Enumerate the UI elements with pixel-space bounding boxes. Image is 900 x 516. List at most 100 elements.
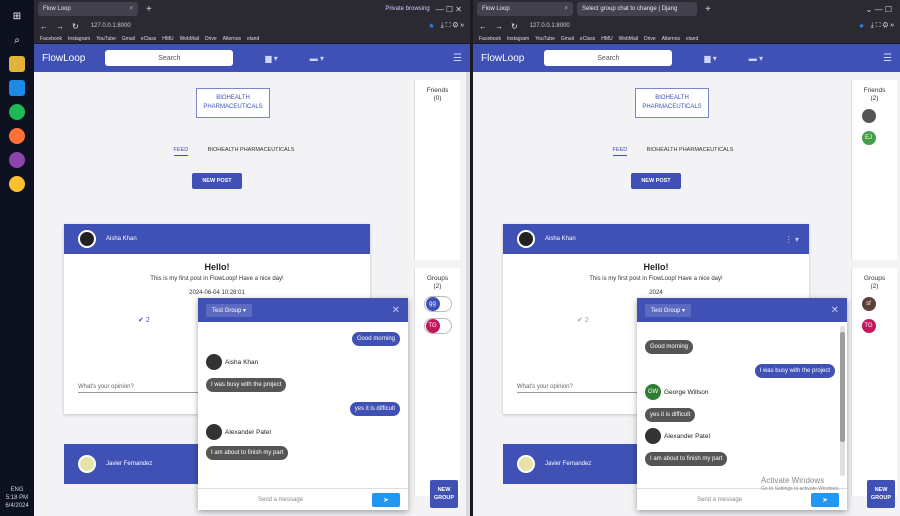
back-icon[interactable]: ← [479,22,487,31]
url-bar[interactable]: 127.0.0.1:8000 [526,20,859,32]
bookmark-item[interactable]: Facebook [40,36,62,42]
friend-chip[interactable] [860,108,889,124]
bookmark-item[interactable]: WebMail [180,36,199,42]
tab-organization[interactable]: BIOHEALTH PHARMACEUTICALS [208,147,295,153]
bookmark-item[interactable]: Alternos [223,36,241,42]
reload-icon[interactable]: ↻ [72,22,79,31]
messages-icon[interactable]: ▬ ▾ [749,54,763,63]
bookmark-item[interactable]: HMU [601,36,612,42]
window-controls[interactable]: — ☐ ✕ [436,5,462,14]
bookmark-item[interactable]: YouTube [96,36,116,42]
reload-icon[interactable]: ↻ [511,22,518,31]
group-chip[interactable]: TG [860,318,889,334]
tab-flowloop[interactable]: Flow Loop × [477,2,573,16]
back-icon[interactable]: ← [40,22,48,31]
send-button[interactable]: ➤ [372,493,400,507]
new-group-button[interactable]: NEW GROUP [430,480,458,508]
close-tab-icon[interactable]: × [564,6,568,12]
avatar[interactable] [78,455,96,473]
window-controls[interactable]: ⌄ — ☐ [866,5,892,14]
post-author[interactable]: Aisha Khan [545,236,576,242]
chat-scrollbar[interactable] [840,326,845,476]
message-input[interactable]: Send a message ➤ [198,488,408,510]
notifications-icon[interactable]: ▆ ▾ [704,54,716,63]
bookmark-item[interactable]: Drive [644,36,656,42]
vscode-icon[interactable] [9,80,25,96]
close-icon[interactable]: ✕ [831,305,839,316]
bookmark-item[interactable]: eland [247,36,259,42]
avatar[interactable] [517,230,535,248]
bookmark-item[interactable]: HMU [162,36,173,42]
search-input[interactable]: Search [544,50,673,66]
group-select-button[interactable]: Test Group ▾ [645,303,692,317]
toolbar-icons[interactable]: ⤓ ⛶ ⚙ » [441,22,464,30]
app-logo[interactable]: FlowLoop [42,53,85,64]
search-input[interactable]: Search [105,50,234,66]
tab-feed[interactable]: FEED [612,147,628,156]
new-tab-icon[interactable]: + [705,4,711,15]
chat-scroll-thumb[interactable] [840,332,845,442]
toolbar-icons[interactable]: ⤓ ⛶ ⚙ » [871,22,894,30]
notifications-icon[interactable]: ▆ ▾ [265,54,277,63]
close-tab-icon[interactable]: × [129,6,133,12]
forward-icon[interactable]: → [56,22,64,31]
menu-icon[interactable]: ☰ [883,53,892,64]
tab-organization[interactable]: BIOHEALTH PHARMACEUTICALS [647,147,734,153]
group-select-button[interactable]: Test Group ▾ [206,303,253,317]
url-bar[interactable]: 127.0.0.1:8000 [87,20,429,32]
bookmark-item[interactable]: Gmail [561,36,574,42]
clock-time[interactable]: 5:18 PM [0,494,34,502]
bookmark-item[interactable]: Instagram [68,36,90,42]
friend-chip[interactable]: EJ [860,130,889,146]
organization-badge[interactable]: BIOHEALTH PHARMACEUTICALS [635,88,709,118]
send-button[interactable]: ➤ [811,493,839,507]
chrome-icon[interactable] [9,176,25,192]
like-icon: ✔ [577,317,583,324]
more-options-icon[interactable]: ⋮ ▾ [785,235,799,244]
bookmark-item[interactable]: Drive [205,36,217,42]
forward-icon[interactable]: → [495,22,503,31]
post-author[interactable]: Javier Fernandez [545,461,591,467]
bookmark-item[interactable]: Alternos [662,36,680,42]
new-post-button[interactable]: NEW POST [192,173,242,189]
comment-input[interactable]: What's your opinion? [517,384,637,393]
group-chip[interactable]: gg [423,296,452,312]
bookmark-item[interactable]: eClass [141,36,156,42]
app-logo[interactable]: FlowLoop [481,53,524,64]
group-chip[interactable]: TG [423,318,452,334]
avatar[interactable] [517,455,535,473]
firefox-icon[interactable] [9,128,25,144]
avatar[interactable] [78,230,96,248]
bookmark-star-icon[interactable]: ★ [858,22,864,30]
group-chip[interactable]: sf [860,296,889,312]
bookmark-item[interactable]: WebMail [619,36,638,42]
new-post-button[interactable]: NEW POST [631,173,681,189]
bookmark-star-icon[interactable]: ★ [428,22,434,30]
like-button[interactable]: ✔ 2 [138,316,150,324]
bookmark-item[interactable]: Instagram [507,36,529,42]
messages-icon[interactable]: ▬ ▾ [310,54,324,63]
new-group-button[interactable]: NEW GROUP [867,480,895,508]
clock-date[interactable]: 6/4/2024 [0,502,34,510]
firefox-private-icon[interactable] [9,152,25,168]
bookmark-item[interactable]: eClass [580,36,595,42]
tab-django-admin[interactable]: Select group chat to change | Djang [577,2,697,16]
like-button[interactable]: ✔ 2 [577,316,589,324]
menu-icon[interactable]: ☰ [453,53,462,64]
spotify-icon[interactable] [9,104,25,120]
bookmark-item[interactable]: YouTube [535,36,555,42]
post-author[interactable]: Javier Fernandez [106,461,152,467]
bookmark-item[interactable]: eland [686,36,698,42]
organization-badge[interactable]: BIOHEALTH PHARMACEUTICALS [196,88,270,118]
post-author[interactable]: Aisha Khan [106,236,137,242]
bookmark-item[interactable]: Gmail [122,36,135,42]
close-icon[interactable]: ✕ [392,305,400,316]
tab-feed[interactable]: FEED [173,147,189,156]
comment-input[interactable]: What's your opinion? [78,384,198,393]
bookmark-item[interactable]: Facebook [479,36,501,42]
search-icon[interactable]: ⌕ [9,32,25,48]
file-explorer-icon[interactable] [9,56,25,72]
start-icon[interactable]: ⊞ [9,8,25,24]
new-tab-icon[interactable]: + [146,4,152,15]
tab-flowloop[interactable]: Flow Loop × [38,2,138,16]
